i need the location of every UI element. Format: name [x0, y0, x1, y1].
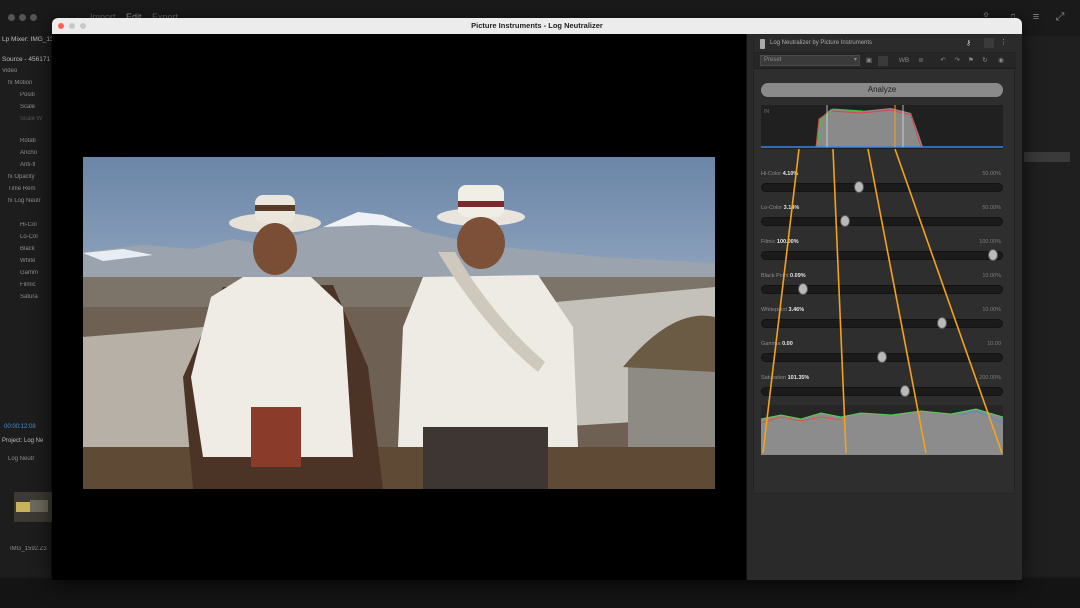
- effect-row[interactable]: fx Motion: [8, 80, 58, 86]
- reset-icon[interactable]: ↻: [980, 56, 990, 66]
- right-panel: [1020, 36, 1080, 576]
- black-point-label: Black Point 0.09%: [761, 273, 806, 279]
- chevron-down-icon: ▾: [853, 57, 857, 63]
- plugin-logo-icon: [760, 39, 765, 49]
- menu-icon[interactable]: ≡: [1030, 12, 1042, 23]
- hi-color-name: Hi-Color: [761, 171, 782, 177]
- mixer-tab[interactable]: Lp Mixer: IMG_13: [2, 36, 54, 43]
- hi-color-value: 4.10%: [782, 171, 799, 177]
- gamma-label: Gamma 0.00: [761, 341, 793, 347]
- key-icon[interactable]: ⚷: [966, 39, 971, 47]
- whitepoint-name: Whitepoint: [761, 307, 787, 313]
- saturation-label: Saturation 101.35%: [761, 375, 809, 381]
- settings-icon[interactable]: [984, 38, 994, 48]
- more-icon[interactable]: ⋮: [1000, 38, 1007, 46]
- whitepoint-slider[interactable]: [761, 319, 1003, 328]
- effect-row[interactable]: Time Rem: [8, 186, 58, 192]
- lo-color-control: Lo-Color 3.14% 50.00%: [761, 205, 1003, 229]
- lo-color-max: 50.00%: [982, 205, 1001, 211]
- analyze-button[interactable]: Analyze: [761, 83, 1003, 97]
- plugin-window: Picture Instruments - Log Neutralizer Lo…: [52, 18, 1022, 580]
- effect-controls-panel: Lp Mixer: IMG_13 Source - 456171 Video f…: [0, 36, 54, 576]
- gamma-name: Gamma: [761, 341, 781, 347]
- hi-color-max: 50.00%: [982, 171, 1001, 177]
- lo-color-value: 3.14%: [783, 205, 800, 211]
- window-title: Picture Instruments - Log Neutralizer: [471, 21, 603, 30]
- undo-icon[interactable]: ↶: [938, 56, 948, 66]
- whitepoint-max: 10.00%: [982, 307, 1001, 313]
- timecode[interactable]: 00:00:12:08: [4, 424, 36, 430]
- black-point-max: 10.00%: [982, 273, 1001, 279]
- input-histogram: IN: [761, 105, 1003, 149]
- output-waveform: [760, 405, 1004, 455]
- filmic-value: 100.00%: [776, 239, 799, 245]
- effect-row[interactable]: fx Log Neutr: [8, 198, 58, 204]
- plugin-title: Log Neutralizer by Picture Instruments: [770, 40, 873, 46]
- plugin-header: Log Neutralizer by Picture Instruments ⚷…: [754, 35, 1016, 53]
- project-tab[interactable]: Project: Log Ne: [2, 438, 43, 444]
- preset-dropdown[interactable]: Preset ▾: [760, 55, 860, 66]
- gamma-control: Gamma 0.00 10.00: [761, 341, 1003, 365]
- flag-icon[interactable]: ⚑: [966, 56, 976, 66]
- preview-image: [83, 157, 715, 489]
- save-preset-icon[interactable]: ▣: [864, 56, 874, 66]
- plugin-toolbar: Preset ▾ ▣ WB ⊘ ↶ ↷ ⚑ ↻ ◉: [754, 53, 1016, 69]
- redo-icon[interactable]: ↷: [952, 56, 962, 66]
- histogram-corner-label: IN: [764, 109, 769, 115]
- gamma-value: 0.00: [782, 341, 793, 347]
- black-point-control: Black Point 0.09% 10.00%: [761, 273, 1003, 297]
- black-point-value: 0.09%: [790, 273, 806, 279]
- lo-color-label: Lo-Color 3.14%: [761, 205, 799, 211]
- saturation-value: 101.35%: [787, 375, 810, 381]
- effect-row[interactable]: fx Opacity: [8, 174, 58, 180]
- filmic-max: 100.00%: [979, 239, 1001, 245]
- hi-color-slider[interactable]: [761, 183, 1003, 192]
- saturation-control: Saturation 101.35% 200.00%: [761, 375, 1003, 399]
- lo-color-slider[interactable]: [761, 217, 1003, 226]
- eye-icon[interactable]: ◉: [996, 56, 1006, 66]
- video-label: Video: [2, 68, 18, 74]
- filmic-slider[interactable]: [761, 251, 1003, 260]
- wb-button[interactable]: WB: [894, 56, 914, 66]
- plugin-panel: Log Neutralizer by Picture Instruments ⚷…: [746, 34, 1022, 580]
- whitepoint-label: Whitepoint 3.46%: [761, 307, 804, 313]
- lo-color-name: Lo-Color: [761, 205, 783, 211]
- hi-color-label: Hi-Color 4.10%: [761, 171, 798, 177]
- wb-label: WB: [898, 57, 910, 64]
- lo-color-knob[interactable]: [839, 215, 850, 227]
- right-panel-track: [1024, 152, 1070, 162]
- project-item[interactable]: Log Neutr: [8, 456, 58, 462]
- preset-label: Preset: [764, 57, 782, 63]
- saturation-slider[interactable]: [761, 387, 1003, 396]
- bottom-bar: [0, 578, 1080, 608]
- clip-thumbnail[interactable]: [14, 492, 52, 522]
- fullscreen-icon[interactable]: ⤢: [1054, 12, 1066, 23]
- gamma-knob[interactable]: [877, 351, 887, 363]
- filmic-label: Filmic 100.00%: [761, 239, 799, 245]
- preview-viewer: [52, 34, 746, 580]
- minimize-dot[interactable]: [19, 14, 26, 21]
- eyedropper-icon[interactable]: ⊘: [916, 56, 926, 66]
- close-dot[interactable]: [8, 14, 15, 21]
- whitepoint-value: 3.46%: [788, 307, 805, 313]
- filmic-control: Filmic 100.00% 100.00%: [761, 239, 1003, 263]
- window-zoom-button[interactable]: [80, 23, 86, 29]
- window-minimize-button[interactable]: [69, 23, 75, 29]
- window-titlebar[interactable]: Picture Instruments - Log Neutralizer: [52, 18, 1022, 34]
- window-close-button[interactable]: [58, 23, 64, 29]
- black-point-name: Black Point: [761, 273, 789, 279]
- whitepoint-control: Whitepoint 3.46% 10.00%: [761, 307, 1003, 331]
- hi-color-control: Hi-Color 4.10% 50.00%: [761, 171, 1003, 195]
- source-tab[interactable]: Source - 456171: [2, 56, 50, 63]
- color-swatch[interactable]: [878, 56, 888, 66]
- saturation-name: Saturation: [761, 375, 787, 381]
- hi-color-knob[interactable]: [853, 181, 864, 193]
- host-app: Import Edit Export ⇪ ♫ ≡ ⤢ Lp Mixer: IMG…: [0, 0, 1080, 608]
- plugin-controls: Log Neutralizer by Picture Instruments ⚷…: [753, 34, 1016, 494]
- filmic-name: Filmic: [761, 239, 776, 245]
- zoom-dot[interactable]: [30, 14, 37, 21]
- saturation-max: 200.00%: [979, 375, 1001, 381]
- gamma-max: 10.00: [987, 341, 1001, 347]
